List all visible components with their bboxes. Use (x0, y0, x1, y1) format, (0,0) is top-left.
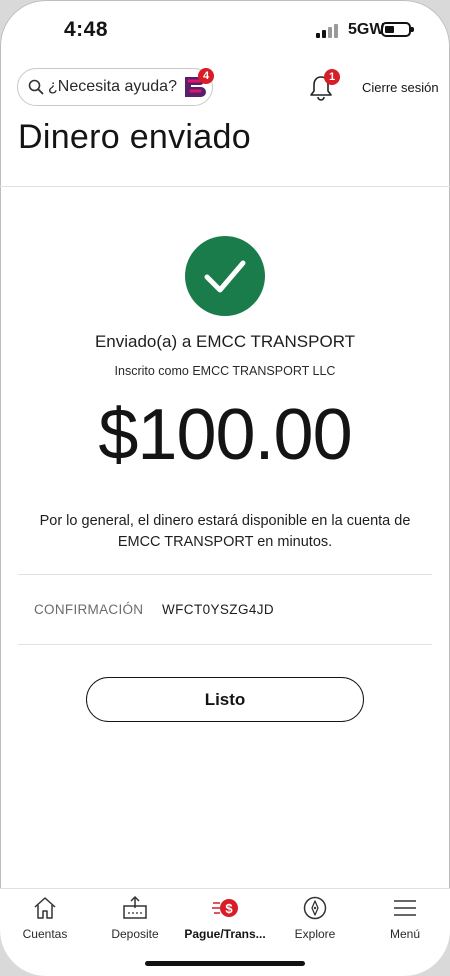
search-placeholder: ¿Necesita ayuda? (48, 78, 177, 95)
tab-label: Deposite (111, 927, 159, 941)
done-button[interactable]: Listo (86, 677, 364, 722)
header-divider (0, 186, 450, 187)
search-icon (28, 79, 44, 95)
compass-icon (303, 896, 327, 920)
confirmation-code: WFCT0YSZG4JD (162, 602, 275, 617)
phone-screen: 4:48 5GW ¿Necesita ayuda? 4 1 Cierre ses… (0, 0, 450, 976)
success-check-icon (185, 236, 265, 316)
tab-label: Pague/Trans... (184, 927, 266, 941)
section-divider (18, 574, 432, 575)
availability-note: Por lo general, el dinero estará disponi… (39, 513, 411, 550)
section-divider (18, 644, 432, 645)
recipient-enrolled-name: Inscrito como EMCC TRANSPORT LLC (114, 364, 336, 378)
battery-icon (381, 22, 414, 37)
network-type: 5GW (348, 21, 385, 38)
pay-transfer-icon: $ (212, 899, 238, 917)
clock: 4:48 (64, 18, 109, 41)
tab-pay-transfer[interactable]: $ Pague/Trans... (180, 895, 270, 941)
tab-accounts[interactable]: Cuentas (0, 895, 90, 941)
tab-menu[interactable]: Menú (360, 895, 450, 941)
tab-deposit[interactable]: Deposite (90, 895, 180, 941)
notification-badge: 1 (324, 69, 340, 85)
logout-link[interactable]: Cierre sesión (362, 80, 439, 95)
deposit-icon (123, 895, 147, 919)
assistant-badge: 4 (198, 68, 214, 84)
confirmation-label: CONFIRMACIÓN (34, 602, 144, 617)
home-icon (34, 897, 56, 919)
home-indicator (145, 961, 305, 966)
page-title: Dinero enviado (18, 118, 251, 156)
tab-label: Menú (389, 927, 421, 941)
menu-icon (394, 900, 416, 916)
amount-sent: $100.00 (98, 395, 352, 475)
svg-text:$: $ (225, 901, 233, 916)
tab-label: Cuentas (22, 927, 68, 941)
recipient-heading: Enviado(a) a EMCC TRANSPORT (94, 332, 356, 351)
tab-label: Explore (294, 927, 336, 941)
status-bar: 4:48 5GW (0, 0, 450, 58)
tab-explore[interactable]: Explore (270, 895, 360, 941)
signal-icon (316, 24, 340, 38)
